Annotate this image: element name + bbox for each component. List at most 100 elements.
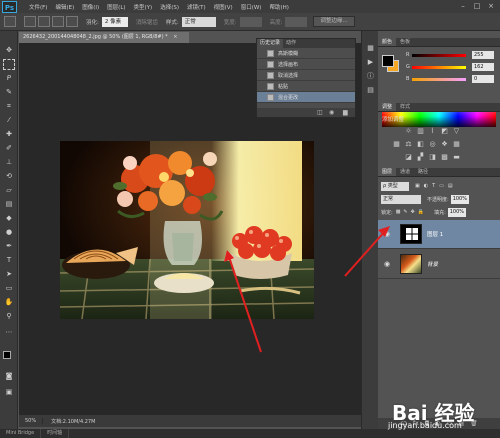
exposure-icon[interactable]: ◩ — [440, 127, 449, 136]
layer-row-background[interactable]: ◉ 背景 — [378, 250, 500, 279]
tab-history[interactable]: 历史记录 — [257, 39, 284, 48]
menu-view[interactable]: 视图(V) — [210, 3, 237, 11]
menu-image[interactable]: 图像(I) — [78, 3, 103, 11]
green-slider[interactable]: G 162 — [406, 63, 496, 72]
layer-name[interactable]: 背景 — [427, 260, 438, 268]
menu-help[interactable]: 帮助(H) — [265, 3, 292, 11]
intersect-selection-icon[interactable] — [66, 16, 78, 27]
history-item[interactable]: 选择画布 — [257, 59, 355, 70]
brightness-icon[interactable]: ☼ — [404, 127, 413, 136]
feather-input[interactable]: 2 像素 — [101, 16, 128, 27]
menu-window[interactable]: 窗口(W) — [237, 3, 266, 11]
channel-mixer-icon[interactable]: ❖ — [440, 140, 449, 149]
red-value-input[interactable]: 255 — [472, 51, 494, 59]
foreground-color-swatch[interactable] — [3, 351, 11, 359]
history-item-selected[interactable]: 混合更改 — [257, 92, 355, 103]
green-track[interactable] — [412, 66, 466, 69]
lock-pixels-icon[interactable]: ✎ — [403, 209, 407, 215]
filter-pixel-icon[interactable]: ▣ — [415, 183, 420, 189]
zoom-tool-icon[interactable]: ⚲ — [3, 311, 15, 322]
document-size-info[interactable]: 文档:2.10M/4.27M — [43, 418, 95, 425]
filter-adjust-icon[interactable]: ◐ — [424, 183, 428, 189]
document-tab[interactable]: 2626432_200144048048_2.jpg @ 50% (图层 1, … — [19, 32, 189, 43]
lasso-tool-icon[interactable]: ᑭ — [3, 73, 15, 84]
info-panel-icon[interactable]: ▤ — [365, 85, 376, 95]
history-panel-icon[interactable]: ▦ — [365, 43, 376, 53]
shape-tool-icon[interactable]: ▭ — [3, 283, 15, 294]
gradient-map-icon[interactable]: ▬ — [452, 153, 461, 162]
selective-color-icon[interactable]: ▩ — [440, 153, 449, 162]
tab-timeline[interactable]: 时间轴 — [41, 429, 70, 438]
invert-icon[interactable]: ◪ — [404, 153, 413, 162]
antialias-checkbox[interactable]: 消除锯齿 — [136, 18, 158, 26]
pen-tool-icon[interactable]: ✒ — [3, 241, 15, 252]
trash-icon[interactable]: ▆ — [343, 109, 348, 116]
camera-icon[interactable]: ◉ — [329, 109, 334, 116]
move-tool-icon[interactable]: ✥ — [3, 45, 15, 56]
close-button[interactable]: × — [484, 1, 498, 11]
vibrance-icon[interactable]: ▽ — [452, 127, 461, 136]
marquee-tool-preset-icon[interactable] — [4, 16, 16, 27]
tab-paths[interactable]: 路径 — [414, 168, 432, 176]
posterize-icon[interactable]: ▞ — [416, 153, 425, 162]
gradient-tool-icon[interactable]: ▤ — [3, 199, 15, 210]
green-value-input[interactable]: 162 — [472, 63, 494, 71]
history-item[interactable]: 高斯模糊 — [257, 48, 355, 59]
brush-tool-icon[interactable]: ✐ — [3, 143, 15, 154]
tab-styles[interactable]: 样式 — [396, 103, 414, 111]
history-brush-icon[interactable]: ⟲ — [3, 171, 15, 182]
opacity-input[interactable]: 100% — [450, 194, 469, 204]
menu-layer[interactable]: 图层(L) — [103, 3, 129, 11]
levels-icon[interactable]: ▥ — [416, 127, 425, 136]
filter-shape-icon[interactable]: ▭ — [439, 183, 444, 189]
quick-mask-icon[interactable]: ◙ — [3, 371, 15, 382]
tab-channels[interactable]: 通道 — [396, 168, 414, 176]
visibility-eye-icon[interactable]: ◉ — [382, 230, 392, 238]
blur-tool-icon[interactable]: ◆ — [3, 213, 15, 224]
type-tool-icon[interactable]: T — [3, 255, 15, 266]
tab-color[interactable]: 颜色 — [378, 38, 397, 46]
lock-transparent-icon[interactable]: ▩ — [396, 209, 401, 215]
menu-file[interactable]: 文件(F) — [25, 3, 51, 11]
maximize-button[interactable]: □ — [470, 1, 484, 11]
zoom-level[interactable]: 50% — [19, 418, 44, 424]
layer-row-layer1[interactable]: ◉ 图层 1 — [378, 220, 500, 249]
healing-brush-icon[interactable]: ✚ — [3, 129, 15, 140]
menu-filter[interactable]: 滤镜(T) — [183, 3, 210, 11]
menu-type[interactable]: 类型(Y) — [130, 3, 157, 11]
add-selection-icon[interactable] — [38, 16, 50, 27]
more-tools-icon[interactable]: ⋯ — [3, 327, 15, 338]
black-white-icon[interactable]: ◧ — [416, 140, 425, 149]
threshold-icon[interactable]: ◨ — [428, 153, 437, 162]
curves-icon[interactable]: ⌇ — [428, 127, 437, 136]
crop-tool-icon[interactable]: ⌗ — [3, 101, 15, 112]
eyedropper-tool-icon[interactable]: ⁄ — [3, 115, 15, 126]
history-item[interactable]: 粘贴 — [257, 81, 355, 92]
layer-kind-filter[interactable]: ρ 类型 — [381, 181, 409, 191]
eraser-tool-icon[interactable]: ▱ — [3, 185, 15, 196]
filter-smart-icon[interactable]: ▤ — [448, 183, 453, 189]
lock-position-icon[interactable]: ✥ — [411, 209, 415, 215]
subtract-selection-icon[interactable] — [52, 16, 64, 27]
clone-stamp-icon[interactable]: ⊥ — [3, 157, 15, 168]
blue-track[interactable] — [412, 78, 466, 81]
history-item[interactable]: 取消选择 — [257, 70, 355, 81]
dodge-tool-icon[interactable]: ● — [3, 227, 15, 238]
menu-edit[interactable]: 编辑(E) — [51, 3, 78, 11]
photo-filter-icon[interactable]: ◎ — [428, 140, 437, 149]
filter-type-icon[interactable]: T — [432, 183, 435, 189]
blend-mode-select[interactable]: 正常 — [381, 194, 421, 204]
new-selection-icon[interactable] — [24, 16, 36, 27]
screen-mode-icon[interactable]: ▣ — [3, 387, 15, 398]
layer-name[interactable]: 图层 1 — [427, 230, 443, 238]
red-slider[interactable]: R 255 — [406, 51, 496, 60]
lock-all-icon[interactable]: 🔒 — [418, 209, 424, 215]
marquee-tool-icon[interactable] — [3, 59, 15, 70]
color-lookup-icon[interactable]: ▦ — [452, 140, 461, 149]
width-input[interactable] — [239, 16, 262, 27]
hand-tool-icon[interactable]: ✋ — [3, 297, 15, 308]
menu-select[interactable]: 选择(S) — [156, 3, 183, 11]
fill-input[interactable]: 100% — [447, 207, 467, 217]
document-image[interactable] — [60, 141, 314, 319]
tab-layers[interactable]: 图层 — [378, 168, 397, 176]
